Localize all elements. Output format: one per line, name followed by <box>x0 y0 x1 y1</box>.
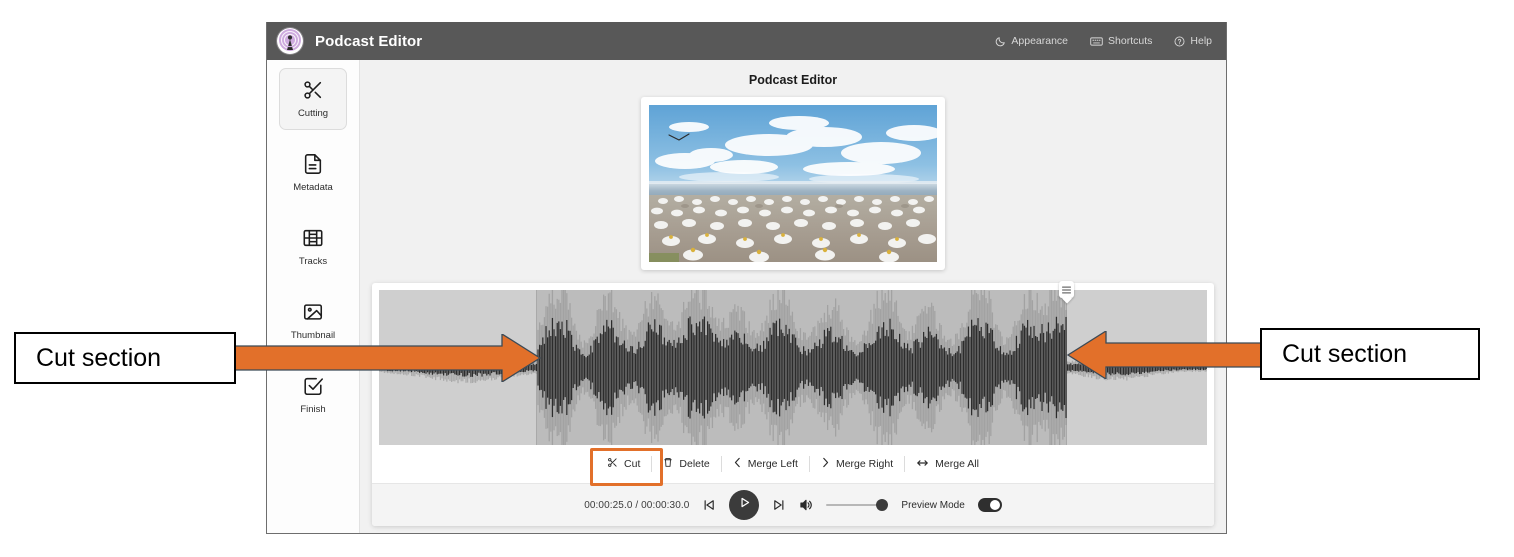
film-strip-icon <box>302 227 324 249</box>
annotation-arrow-right <box>1066 331 1266 379</box>
annotation-right-text: Cut section <box>1282 339 1408 368</box>
sidebar-item-label: Cutting <box>297 108 329 119</box>
podcast-tower-icon <box>277 28 303 54</box>
chevron-right-icon <box>821 457 830 471</box>
image-icon <box>302 301 324 323</box>
volume-icon[interactable] <box>799 498 813 512</box>
keyboard-icon <box>1090 36 1103 47</box>
scissors-icon <box>607 457 618 471</box>
grip-handle-icon[interactable] <box>1059 281 1075 298</box>
editor-card: Cut Delete Merge Left Merge Right Merge … <box>372 281 1214 526</box>
sidebar: Cutting Metadata Tracks Thumbnail Finish <box>267 60 360 533</box>
sidebar-item-label: Finish <box>300 404 326 415</box>
appearance-label: Appearance <box>1011 35 1069 47</box>
preview-card <box>641 97 945 270</box>
sidebar-item-label: Metadata <box>293 182 333 193</box>
delete-label: Delete <box>679 458 710 470</box>
sidebar-item-cutting[interactable]: Cutting <box>279 68 347 130</box>
merge-all-button[interactable]: Merge All <box>905 454 990 475</box>
titlebar: Podcast Editor Appearance Shortcuts Help <box>267 22 1226 60</box>
sidebar-item-label: Tracks <box>298 256 328 267</box>
scissors-icon <box>302 79 324 101</box>
merge-right-label: Merge Right <box>835 458 894 470</box>
cut-button[interactable]: Cut <box>596 453 651 475</box>
cut-label: Cut <box>624 458 641 470</box>
moon-icon <box>995 36 1006 47</box>
volume-slider[interactable] <box>826 499 889 511</box>
play-button[interactable] <box>729 490 760 520</box>
arrows-horizontal-icon <box>916 458 929 471</box>
skip-back-icon[interactable] <box>702 498 716 512</box>
time-display: 00:00:25.0 / 00:00:30.0 <box>584 499 690 511</box>
delete-button[interactable]: Delete <box>652 453 720 475</box>
document-icon <box>302 153 324 175</box>
sidebar-item-tracks[interactable]: Tracks <box>279 216 347 278</box>
transport-bar: 00:00:25.0 / 00:00:30.0 Preview Mode <box>372 484 1214 526</box>
app-body: Cutting Metadata Tracks Thumbnail Finish… <box>267 60 1226 533</box>
merge-left-label: Merge Left <box>747 458 798 470</box>
play-icon <box>738 496 751 514</box>
volume-knob[interactable] <box>876 499 889 511</box>
video-preview-image[interactable] <box>649 105 937 262</box>
annotation-left-text: Cut section <box>36 343 162 372</box>
chevron-left-icon <box>733 457 742 471</box>
skip-forward-icon[interactable] <box>772 498 786 512</box>
titlebar-actions: Appearance Shortcuts Help <box>995 35 1212 47</box>
help-label: Help <box>1190 35 1212 47</box>
sidebar-item-metadata[interactable]: Metadata <box>279 142 347 204</box>
help-button[interactable]: Help <box>1174 35 1212 47</box>
shortcuts-label: Shortcuts <box>1108 35 1153 47</box>
app-title: Podcast Editor <box>315 32 423 50</box>
preview-mode-label: Preview Mode <box>901 499 965 511</box>
shortcuts-button[interactable]: Shortcuts <box>1090 35 1152 47</box>
preview-mode-toggle[interactable] <box>977 498 1002 512</box>
merge-right-button[interactable]: Merge Right <box>810 453 904 475</box>
main-content: Podcast Editor Cut Delete Merge Left Mer… <box>360 60 1226 533</box>
page-title: Podcast Editor <box>748 73 838 87</box>
edit-toolbar: Cut Delete Merge Left Merge Right Merge … <box>372 445 1214 484</box>
annotation-arrow-left <box>222 334 542 382</box>
merge-all-label: Merge All <box>935 458 979 470</box>
trash-icon <box>663 457 673 471</box>
annotation-label-left: Cut section <box>14 332 236 384</box>
annotation-label-right: Cut section <box>1260 328 1480 380</box>
question-circle-icon <box>1174 36 1185 47</box>
appearance-button[interactable]: Appearance <box>995 35 1068 47</box>
merge-left-button[interactable]: Merge Left <box>722 453 809 475</box>
app-window: Podcast Editor Appearance Shortcuts Help… <box>266 22 1227 534</box>
